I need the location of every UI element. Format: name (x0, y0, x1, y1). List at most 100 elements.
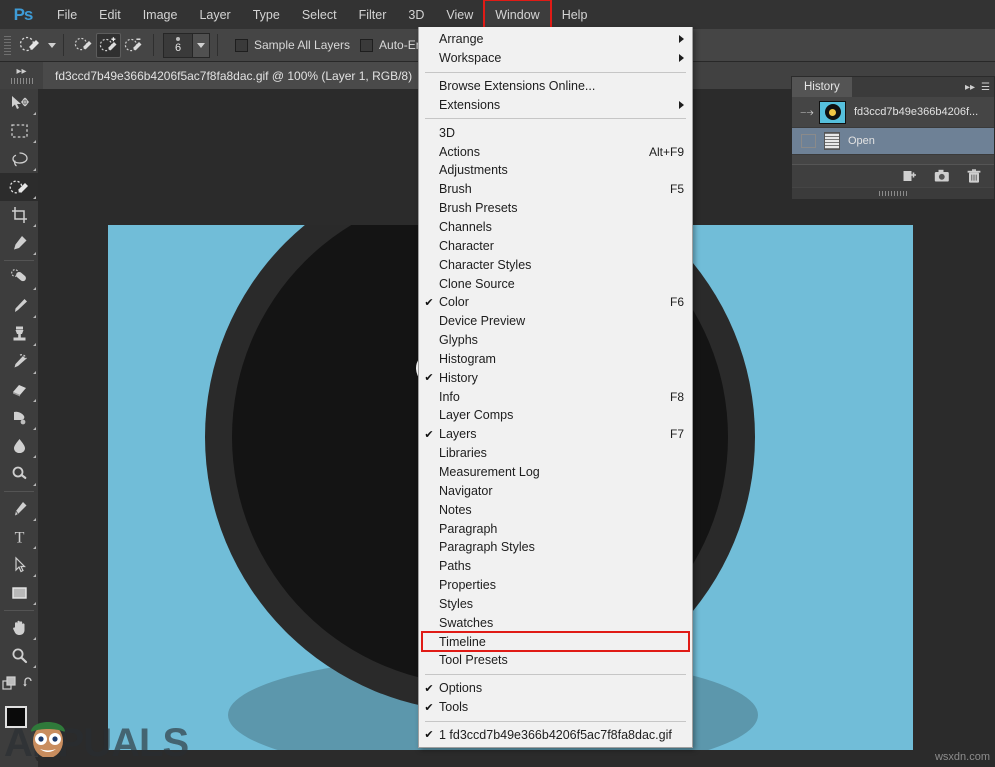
window-menu-item-clone-source[interactable]: Clone Source (419, 274, 692, 293)
window-menu-item-layer-comps[interactable]: Layer Comps (419, 406, 692, 425)
trash-icon[interactable] (967, 169, 981, 184)
window-menu-item-actions[interactable]: ActionsAlt+F9 (419, 142, 692, 161)
history-state-row[interactable]: Open (792, 128, 994, 155)
tool-expand-triangle-icon (33, 665, 36, 668)
window-menu-item-brush[interactable]: BrushF5 (419, 180, 692, 199)
tool-eyedropper[interactable] (0, 229, 38, 257)
window-menu-item-layers[interactable]: ✔LayersF7 (419, 425, 692, 444)
menu-type[interactable]: Type (242, 0, 291, 29)
window-menu-item-paths[interactable]: Paths (419, 557, 692, 576)
window-menu-item-device-preview[interactable]: Device Preview (419, 312, 692, 331)
tool-crop[interactable] (0, 201, 38, 229)
tool-rectangle[interactable] (0, 579, 38, 607)
tool-quick-selection[interactable] (0, 173, 38, 201)
tool-hand[interactable] (0, 614, 38, 642)
add-to-selection-button[interactable] (96, 33, 121, 58)
window-menu-item-channels[interactable]: Channels (419, 218, 692, 237)
window-menu-item-adjustments[interactable]: Adjustments (419, 161, 692, 180)
menu-item-label: 1 fd3ccd7b49e366b4206f5ac7f8fa8dac.gif (439, 728, 684, 742)
new-document-icon[interactable] (902, 169, 917, 184)
window-menu-item-navigator[interactable]: Navigator (419, 481, 692, 500)
menu-help[interactable]: Help (551, 0, 599, 29)
tool-gradient[interactable] (0, 404, 38, 432)
window-menu-item-measurement-log[interactable]: Measurement Log (419, 463, 692, 482)
tab-history[interactable]: History (792, 77, 852, 97)
window-menu-item-timeline[interactable]: Timeline (419, 632, 692, 651)
brush-size-dropdown-arrow[interactable] (192, 34, 209, 57)
menu-layer[interactable]: Layer (188, 0, 241, 29)
window-menu-item-brush-presets[interactable]: Brush Presets (419, 199, 692, 218)
window-menu-item-paragraph-styles[interactable]: Paragraph Styles (419, 538, 692, 557)
foreground-color-swatch[interactable] (5, 706, 27, 728)
tool-expand-triangle-icon (33, 168, 36, 171)
subtract-from-selection-button[interactable] (121, 33, 146, 58)
new-selection-button[interactable] (71, 33, 96, 58)
window-menu-item-paragraph[interactable]: Paragraph (419, 519, 692, 538)
window-menu-item-arrange[interactable]: Arrange (419, 30, 692, 49)
sample-all-layers-checkbox[interactable] (235, 39, 248, 52)
menu-3d[interactable]: 3D (397, 0, 435, 29)
window-menu-item-color[interactable]: ✔ColorF6 (419, 293, 692, 312)
history-panel[interactable]: History ▸▸ ☰ ⤍ fd3ccd7b49e366b4206f... O… (791, 76, 995, 200)
camera-icon[interactable] (934, 169, 950, 183)
tool-blur[interactable] (0, 432, 38, 460)
window-menu-item-swatches[interactable]: Swatches (419, 613, 692, 632)
tool-history-brush[interactable] (0, 348, 38, 376)
menu-file[interactable]: File (46, 0, 88, 29)
sample-all-layers-row[interactable]: Sample All Layers (235, 38, 350, 52)
color-swatches[interactable] (0, 702, 38, 748)
tool-eraser[interactable] (0, 376, 38, 404)
history-panel-scroll-grip[interactable] (792, 188, 994, 199)
history-snapshot-row[interactable]: ⤍ fd3ccd7b49e366b4206f... (792, 97, 994, 128)
default-colors-and-swap-row[interactable] (0, 670, 38, 698)
menu-view[interactable]: View (435, 0, 484, 29)
window-menu-item-extensions[interactable]: Extensions (419, 96, 692, 115)
window-menu-item-properties[interactable]: Properties (419, 576, 692, 595)
auto-enhance-checkbox[interactable] (360, 39, 373, 52)
window-menu-item-tool-presets[interactable]: Tool Presets (419, 651, 692, 670)
window-menu-item-options[interactable]: ✔Options (419, 679, 692, 698)
window-menu-item-notes[interactable]: Notes (419, 500, 692, 519)
menu-filter[interactable]: Filter (348, 0, 398, 29)
window-menu-item-1-fd3ccd7b49e366b4206f5ac7f8fa8dac-gif[interactable]: ✔1 fd3ccd7b49e366b4206f5ac7f8fa8dac.gif (419, 726, 692, 745)
tool-zoom[interactable] (0, 642, 38, 670)
options-bar-grip[interactable] (4, 36, 11, 55)
brush-size-stepper[interactable]: 6 (163, 33, 210, 58)
window-menu-item-glyphs[interactable]: Glyphs (419, 331, 692, 350)
window-menu-item-workspace[interactable]: Workspace (419, 49, 692, 68)
window-menu-item-styles[interactable]: Styles (419, 594, 692, 613)
history-state-checkbox[interactable] (801, 134, 816, 148)
tool-lasso[interactable] (0, 145, 38, 173)
preset-picker-chevron-down-icon[interactable] (48, 43, 56, 48)
tool-path-selection[interactable] (0, 551, 38, 579)
menu-window[interactable]: Window (484, 0, 550, 29)
menu-edit[interactable]: Edit (88, 0, 132, 29)
window-menu-item-histogram[interactable]: Histogram (419, 350, 692, 369)
tool-type[interactable]: T (0, 523, 38, 551)
checkmark-icon: ✔ (419, 728, 439, 741)
tab-bar-grip[interactable]: ▸▸ (0, 62, 43, 89)
window-menu-item-character-styles[interactable]: Character Styles (419, 255, 692, 274)
window-menu-item-browse-extensions-online[interactable]: Browse Extensions Online... (419, 77, 692, 96)
tool-move[interactable] (0, 89, 38, 117)
window-menu-item-history[interactable]: ✔History (419, 368, 692, 387)
collapse-arrows-icon[interactable]: ▸▸ (965, 82, 975, 93)
tool-spot-healing-brush[interactable] (0, 264, 38, 292)
tool-rectangular-marquee[interactable] (0, 117, 38, 145)
menu-item-label: Layers (439, 427, 660, 441)
menu-select[interactable]: Select (291, 0, 348, 29)
panel-menu-icon[interactable]: ☰ (981, 82, 990, 93)
window-menu-item-3d[interactable]: 3D (419, 123, 692, 142)
window-menu-dropdown[interactable]: ArrangeWorkspace Browse Extensions Online… (418, 27, 693, 748)
window-menu-item-tools[interactable]: ✔Tools (419, 698, 692, 717)
window-menu-item-libraries[interactable]: Libraries (419, 444, 692, 463)
tool-pen[interactable] (0, 495, 38, 523)
tool-clone-stamp[interactable] (0, 320, 38, 348)
tool-dodge[interactable] (0, 460, 38, 488)
tool-brush[interactable] (0, 292, 38, 320)
quick-selection-tool-preset-icon[interactable] (17, 33, 43, 57)
menu-image[interactable]: Image (132, 0, 189, 29)
window-menu-item-info[interactable]: InfoF8 (419, 387, 692, 406)
window-menu-item-character[interactable]: Character (419, 236, 692, 255)
document-tab[interactable]: fd3ccd7b49e366b4206f5ac7f8fa8dac.gif @ 1… (43, 62, 441, 89)
